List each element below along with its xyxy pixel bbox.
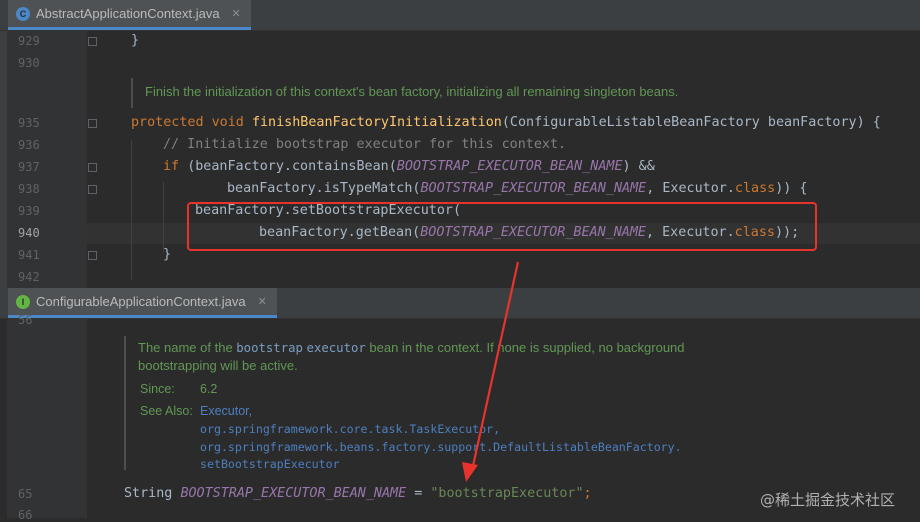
code-text: )) { (775, 181, 808, 196)
constant: BOOTSTRAP_EXECUTOR_BEAN_NAME (180, 486, 407, 501)
line-number: 942 (18, 270, 40, 284)
line-number: 56 (18, 313, 33, 327)
keyword: if (163, 159, 188, 174)
code-line-929: } (131, 33, 140, 48)
keyword: protected void (131, 115, 252, 130)
line-number: 935 (18, 116, 40, 130)
doc-description: bootstrapping will be active. (138, 358, 298, 373)
tab-label: ConfigurableApplicationContext.java (36, 294, 246, 309)
doc-description: The name of the bootstrap executor bean … (138, 339, 685, 357)
code-text: , Executor. (646, 181, 735, 196)
code-text: (beanFactory.containsBean( (187, 159, 397, 174)
doc-text: The name of the (138, 340, 237, 355)
code-text: = (406, 486, 431, 501)
line-number: 937 (18, 160, 40, 174)
doc-since-key: Since: (140, 382, 175, 396)
keyword: class (734, 181, 776, 196)
code-text: beanFactory.isTypeMatch( (227, 181, 421, 196)
line-number: 941 (18, 248, 40, 262)
doc-code: bootstrap (236, 341, 303, 355)
constant: BOOTSTRAP_EXECUTOR_BEAN_NAME (396, 159, 623, 174)
code-line-941: } (163, 247, 172, 262)
indent-guide (163, 182, 164, 252)
type-name: String (124, 486, 181, 501)
line-number: 938 (18, 182, 40, 196)
fold-marker-icon[interactable] (88, 163, 97, 172)
doc-link[interactable]: org.springframework.beans.factory.suppor… (200, 440, 682, 454)
tab-label: AbstractApplicationContext.java (36, 6, 220, 21)
top-editor-tabbar: C AbstractApplicationContext.java ✕ (0, 0, 920, 31)
line-number: 929 (18, 34, 40, 48)
string-literal: "bootstrapExecutor" (430, 486, 584, 501)
line-number: 930 (18, 56, 40, 70)
doc-comment: Finish the initialization of this contex… (145, 84, 679, 99)
code-line-936: // Initialize bootstrap executor for thi… (163, 137, 567, 152)
doc-link[interactable]: org.springframework.core.task.TaskExecut… (200, 422, 500, 436)
doc-comment-bar (131, 78, 133, 108)
doc-link[interactable]: Executor, (200, 404, 252, 418)
tab-abstract-application-context[interactable]: C AbstractApplicationContext.java ✕ (8, 0, 251, 30)
watermark: @稀土掘金技术社区 (760, 491, 896, 509)
indent-guide (131, 140, 132, 280)
close-icon[interactable]: ✕ (258, 295, 267, 308)
doc-since-value: 6.2 (200, 382, 218, 396)
doc-text: bean in the context. If none is supplied… (365, 340, 685, 355)
interface-icon: I (16, 294, 30, 309)
doc-code: executor (306, 341, 366, 355)
line-number: 66 (18, 508, 33, 522)
code-line-65: String BOOTSTRAP_EXECUTOR_BEAN_NAME = "b… (124, 486, 592, 501)
highlight-box (187, 202, 817, 251)
fold-marker-icon[interactable] (88, 37, 97, 46)
close-icon[interactable]: ✕ (232, 7, 241, 20)
line-number: 939 (18, 204, 40, 218)
bottom-editor (0, 288, 920, 518)
method-params: (ConfigurableListableBeanFactory beanFac… (501, 115, 881, 130)
fold-marker-icon[interactable] (88, 119, 97, 128)
class-icon: C (16, 6, 30, 21)
code-text: ) && (622, 159, 655, 174)
line-number: 940 (18, 226, 40, 240)
line-number: 65 (18, 487, 33, 501)
tab-configurable-application-context[interactable]: I ConfigurableApplicationContext.java ✕ (8, 288, 277, 318)
code-line-937: if (beanFactory.containsBean(BOOTSTRAP_E… (163, 159, 655, 174)
line-number: 936 (18, 138, 40, 152)
doc-see-also-key: See Also: (140, 404, 193, 418)
doc-comment-bar (124, 336, 126, 470)
method-name: finishBeanFactoryInitialization (251, 115, 502, 130)
bottom-editor-tabbar: I ConfigurableApplicationContext.java ✕ (0, 288, 920, 319)
doc-link[interactable]: setBootstrapExecutor (200, 457, 340, 471)
code-text: ; (583, 486, 592, 501)
code-line-935: protected void finishBeanFactoryInitiali… (131, 115, 881, 130)
fold-marker-icon[interactable] (88, 251, 97, 260)
constant: BOOTSTRAP_EXECUTOR_BEAN_NAME (420, 181, 647, 196)
code-line-938: beanFactory.isTypeMatch(BOOTSTRAP_EXECUT… (227, 181, 807, 196)
fold-marker-icon[interactable] (88, 185, 97, 194)
